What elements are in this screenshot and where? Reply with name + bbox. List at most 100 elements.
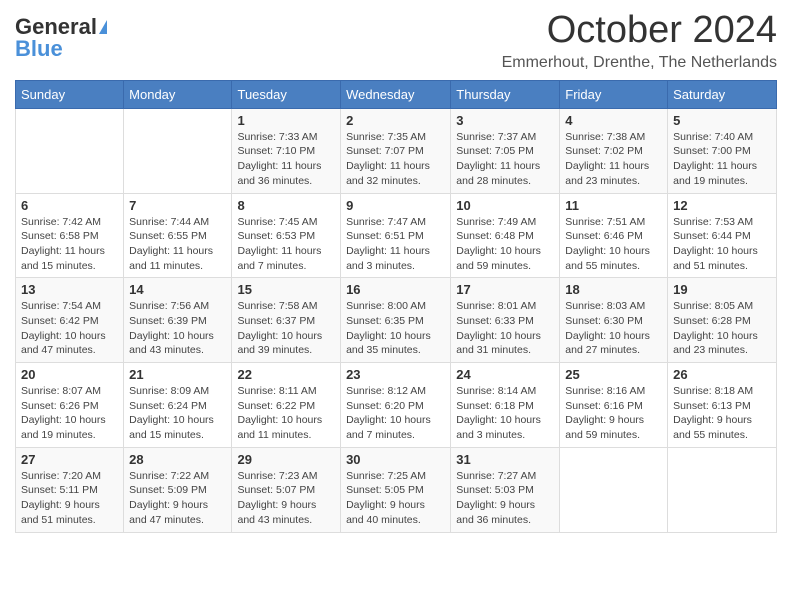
page-header: General Blue October 2024 Emmerhout, Dre… [15,10,777,72]
header-thursday: Thursday [451,80,560,108]
day-info: Sunrise: 7:42 AMSunset: 6:58 PMDaylight:… [21,215,118,274]
day-info: Sunrise: 8:09 AMSunset: 6:24 PMDaylight:… [129,384,226,443]
day-info: Sunrise: 7:35 AMSunset: 7:07 PMDaylight:… [346,130,445,189]
header-wednesday: Wednesday [341,80,451,108]
day-info: Sunrise: 8:18 AMSunset: 6:13 PMDaylight:… [673,384,771,443]
day-number: 27 [21,452,118,467]
day-number: 14 [129,282,226,297]
table-row: 4 Sunrise: 7:38 AMSunset: 7:02 PMDaylight… [560,108,668,193]
day-number: 20 [21,367,118,382]
logo: General Blue [15,10,107,62]
day-number: 22 [237,367,335,382]
table-row: 11 Sunrise: 7:51 AMSunset: 6:46 PMDayligh… [560,193,668,278]
table-row: 5 Sunrise: 7:40 AMSunset: 7:00 PMDaylight… [668,108,777,193]
day-number: 30 [346,452,445,467]
title-block: October 2024 Emmerhout, Drenthe, The Net… [502,10,777,72]
table-row: 28 Sunrise: 7:22 AMSunset: 5:09 PMDayligh… [124,447,232,532]
table-row: 9 Sunrise: 7:47 AMSunset: 6:51 PMDaylight… [341,193,451,278]
calendar-week-row: 6 Sunrise: 7:42 AMSunset: 6:58 PMDaylight… [16,193,777,278]
table-row: 29Sunrise: 7:23 AMSunset: 5:07 PMDayligh… [232,447,341,532]
table-row: 31 Sunrise: 7:27 AMSunset: 5:03 PMDayligh… [451,447,560,532]
day-info: Sunrise: 7:33 AMSunset: 7:10 PMDaylight:… [237,130,335,189]
table-row: 2 Sunrise: 7:35 AMSunset: 7:07 PMDaylight… [341,108,451,193]
table-row: 16 Sunrise: 8:00 AMSunset: 6:35 PMDayligh… [341,278,451,363]
table-row: 1 Sunrise: 7:33 AMSunset: 7:10 PMDaylight… [232,108,341,193]
day-number: 8 [237,198,335,213]
table-row: 7 Sunrise: 7:44 AMSunset: 6:55 PMDaylight… [124,193,232,278]
day-info: Sunrise: 7:58 AMSunset: 6:37 PMDaylight:… [237,299,335,358]
day-number: 16 [346,282,445,297]
table-row: 3 Sunrise: 7:37 AMSunset: 7:05 PMDaylight… [451,108,560,193]
day-number: 5 [673,113,771,128]
day-info: Sunrise: 8:11 AMSunset: 6:22 PMDaylight:… [237,384,335,443]
day-info: Sunrise: 8:16 AMSunset: 6:16 PMDaylight:… [565,384,662,443]
table-row: 20Sunrise: 8:07 AMSunset: 6:26 PMDayligh… [16,363,124,448]
day-info: Sunrise: 7:44 AMSunset: 6:55 PMDaylight:… [129,215,226,274]
day-number: 2 [346,113,445,128]
day-info: Sunrise: 7:27 AMSunset: 5:03 PMDaylight:… [456,469,554,528]
day-number: 4 [565,113,662,128]
calendar-header-row: Sunday Monday Tuesday Wednesday Thursday… [16,80,777,108]
day-number: 15 [237,282,335,297]
calendar-week-row: 13 Sunrise: 7:54 AMSunset: 6:42 PMDayligh… [16,278,777,363]
day-info: Sunrise: 8:03 AMSunset: 6:30 PMDaylight:… [565,299,662,358]
day-info: Sunrise: 8:01 AMSunset: 6:33 PMDaylight:… [456,299,554,358]
table-row: 17 Sunrise: 8:01 AMSunset: 6:33 PMDayligh… [451,278,560,363]
day-info: Sunrise: 8:00 AMSunset: 6:35 PMDaylight:… [346,299,445,358]
day-info: Sunrise: 7:56 AMSunset: 6:39 PMDaylight:… [129,299,226,358]
calendar-week-row: 27Sunrise: 7:20 AMSunset: 5:11 PMDayligh… [16,447,777,532]
day-info: Sunrise: 8:12 AMSunset: 6:20 PMDaylight:… [346,384,445,443]
day-number: 18 [565,282,662,297]
calendar-table: Sunday Monday Tuesday Wednesday Thursday… [15,80,777,533]
logo-blue: Blue [15,36,63,62]
table-row: 21 Sunrise: 8:09 AMSunset: 6:24 PMDayligh… [124,363,232,448]
day-number: 11 [565,198,662,213]
location-title: Emmerhout, Drenthe, The Netherlands [502,54,777,72]
table-row [668,447,777,532]
table-row: 27Sunrise: 7:20 AMSunset: 5:11 PMDayligh… [16,447,124,532]
day-number: 1 [237,113,335,128]
month-title: October 2024 [502,10,777,52]
table-row [124,108,232,193]
header-tuesday: Tuesday [232,80,341,108]
day-number: 17 [456,282,554,297]
day-info: Sunrise: 7:49 AMSunset: 6:48 PMDaylight:… [456,215,554,274]
calendar-week-row: 20Sunrise: 8:07 AMSunset: 6:26 PMDayligh… [16,363,777,448]
header-monday: Monday [124,80,232,108]
day-number: 25 [565,367,662,382]
table-row: 14 Sunrise: 7:56 AMSunset: 6:39 PMDayligh… [124,278,232,363]
table-row: 18 Sunrise: 8:03 AMSunset: 6:30 PMDayligh… [560,278,668,363]
table-row [560,447,668,532]
table-row: 23Sunrise: 8:12 AMSunset: 6:20 PMDayligh… [341,363,451,448]
day-number: 3 [456,113,554,128]
day-number: 21 [129,367,226,382]
day-info: Sunrise: 7:40 AMSunset: 7:00 PMDaylight:… [673,130,771,189]
day-number: 31 [456,452,554,467]
day-number: 9 [346,198,445,213]
header-sunday: Sunday [16,80,124,108]
table-row: 12Sunrise: 7:53 AMSunset: 6:44 PMDayligh… [668,193,777,278]
day-number: 13 [21,282,118,297]
day-info: Sunrise: 8:05 AMSunset: 6:28 PMDaylight:… [673,299,771,358]
table-row: 25 Sunrise: 8:16 AMSunset: 6:16 PMDayligh… [560,363,668,448]
day-info: Sunrise: 7:51 AMSunset: 6:46 PMDaylight:… [565,215,662,274]
day-number: 24 [456,367,554,382]
day-info: Sunrise: 7:54 AMSunset: 6:42 PMDaylight:… [21,299,118,358]
logo-triangle-icon [99,20,107,34]
table-row: 13 Sunrise: 7:54 AMSunset: 6:42 PMDayligh… [16,278,124,363]
table-row: 15 Sunrise: 7:58 AMSunset: 6:37 PMDayligh… [232,278,341,363]
day-info: Sunrise: 7:37 AMSunset: 7:05 PMDaylight:… [456,130,554,189]
day-info: Sunrise: 7:47 AMSunset: 6:51 PMDaylight:… [346,215,445,274]
table-row: 6 Sunrise: 7:42 AMSunset: 6:58 PMDaylight… [16,193,124,278]
header-friday: Friday [560,80,668,108]
day-info: Sunrise: 7:22 AMSunset: 5:09 PMDaylight:… [129,469,226,528]
table-row: 19Sunrise: 8:05 AMSunset: 6:28 PMDayligh… [668,278,777,363]
day-number: 28 [129,452,226,467]
header-saturday: Saturday [668,80,777,108]
day-info: Sunrise: 7:38 AMSunset: 7:02 PMDaylight:… [565,130,662,189]
day-number: 6 [21,198,118,213]
day-info: Sunrise: 7:53 AMSunset: 6:44 PMDaylight:… [673,215,771,274]
table-row: 8Sunrise: 7:45 AMSunset: 6:53 PMDaylight… [232,193,341,278]
day-number: 7 [129,198,226,213]
day-number: 10 [456,198,554,213]
